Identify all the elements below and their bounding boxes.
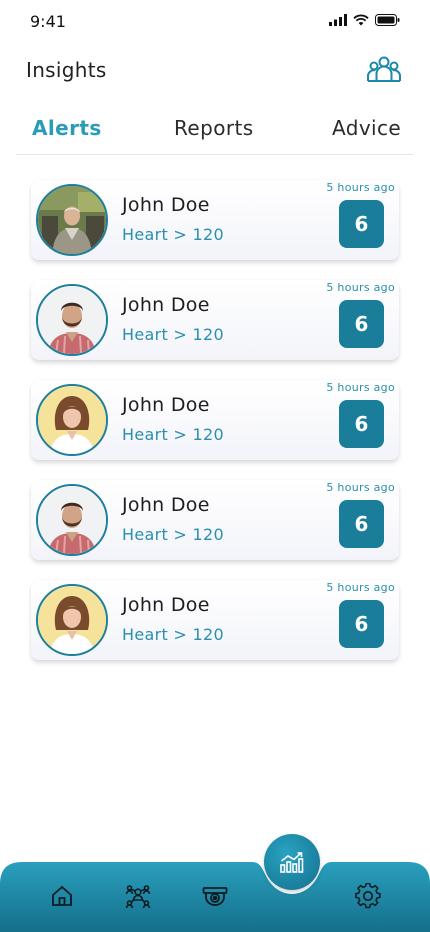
status-bar: 9:41: [0, 0, 430, 44]
tab-bar: Alerts Reports Advice: [16, 112, 413, 155]
alert-count-badge: 6: [339, 400, 384, 448]
home-icon: [52, 885, 72, 906]
page-title: Insights: [26, 58, 107, 82]
tab-reports[interactable]: Reports: [174, 116, 254, 140]
woman-photo: [38, 386, 106, 454]
tab-alerts[interactable]: Alerts: [32, 116, 102, 140]
nav-settings[interactable]: [354, 882, 382, 910]
group-button[interactable]: [366, 52, 402, 86]
insights-chart-icon: [280, 852, 304, 873]
avatar: [36, 284, 108, 356]
people-network-icon: [125, 885, 151, 909]
alert-count-badge: 6: [339, 600, 384, 648]
tab-advice[interactable]: Advice: [332, 116, 401, 140]
battery-icon: [375, 14, 400, 26]
bearded-man-photo: [38, 286, 106, 354]
camera-icon: [202, 887, 228, 906]
alert-metric: Heart > 120: [122, 525, 224, 544]
status-time: 9:41: [30, 12, 66, 31]
alert-count-badge: 6: [339, 300, 384, 348]
alert-metric: Heart > 120: [122, 425, 224, 444]
nav-insights[interactable]: [264, 834, 320, 890]
avatar: [36, 584, 108, 656]
nav-home[interactable]: [48, 882, 76, 910]
alert-metric: Heart > 120: [122, 225, 224, 244]
nav-camera[interactable]: [201, 882, 229, 910]
status-icons: [329, 14, 400, 26]
alert-count-badge: 6: [339, 500, 384, 548]
alert-card[interactable]: John Doe Heart > 120 5 hours ago 6: [31, 380, 399, 460]
alert-count-badge: 6: [339, 200, 384, 248]
alert-metric: Heart > 120: [122, 325, 224, 344]
alert-time: 5 hours ago: [326, 381, 395, 394]
alert-metric: Heart > 120: [122, 625, 224, 644]
alert-time: 5 hours ago: [326, 281, 395, 294]
group-icon: [367, 56, 401, 82]
bearded-man-photo: [38, 486, 106, 554]
avatar: [36, 384, 108, 456]
patient-name: John Doe: [122, 194, 210, 216]
elderly-man-photo: [38, 186, 106, 254]
avatar: [36, 184, 108, 256]
wifi-icon: [353, 14, 369, 26]
alert-list: John Doe Heart > 120 5 hours ago 6 John …: [31, 180, 399, 680]
signal-icon: [329, 14, 347, 26]
nav-people[interactable]: [124, 882, 152, 910]
patient-name: John Doe: [122, 294, 210, 316]
header: Insights: [0, 52, 430, 88]
alert-card[interactable]: John Doe Heart > 120 5 hours ago 6: [31, 480, 399, 560]
alert-card[interactable]: John Doe Heart > 120 5 hours ago 6: [31, 280, 399, 360]
alert-time: 5 hours ago: [326, 581, 395, 594]
alert-time: 5 hours ago: [326, 481, 395, 494]
avatar: [36, 484, 108, 556]
alert-card[interactable]: John Doe Heart > 120 5 hours ago 6: [31, 180, 399, 260]
woman-photo: [38, 586, 106, 654]
patient-name: John Doe: [122, 594, 210, 616]
patient-name: John Doe: [122, 394, 210, 416]
alert-card[interactable]: John Doe Heart > 120 5 hours ago 6: [31, 580, 399, 660]
settings-icon: [355, 883, 381, 909]
patient-name: John Doe: [122, 494, 210, 516]
bottom-nav: [0, 862, 430, 932]
alert-time: 5 hours ago: [326, 181, 395, 194]
